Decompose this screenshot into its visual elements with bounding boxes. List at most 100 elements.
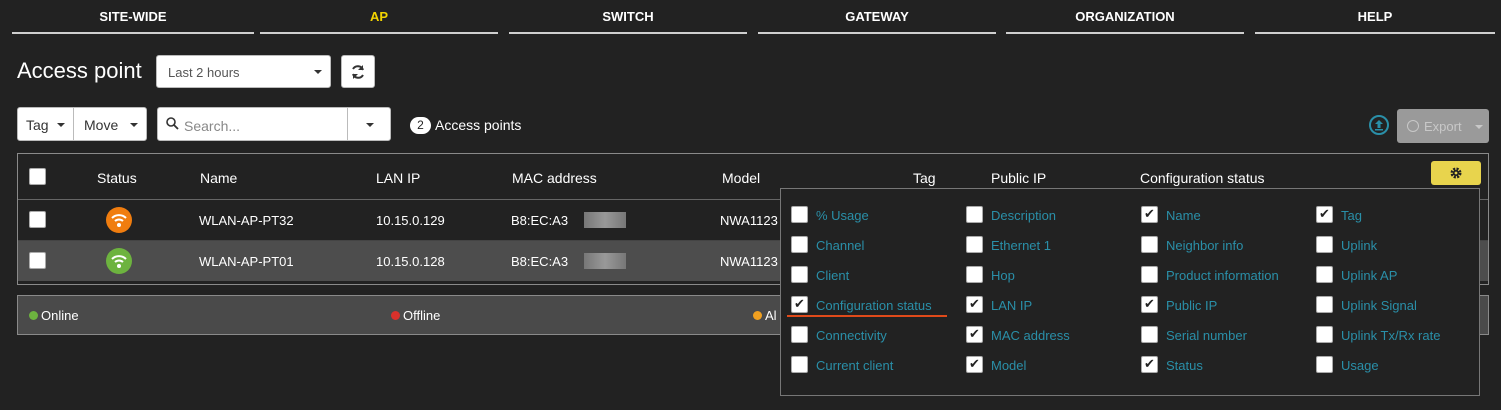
legend-offline: Offline xyxy=(391,308,440,323)
model: NWA1123 xyxy=(720,254,778,269)
option-checkbox[interactable] xyxy=(791,236,808,253)
option-checkbox[interactable] xyxy=(1316,356,1333,373)
option-checkbox[interactable] xyxy=(966,236,983,253)
option-checkbox[interactable] xyxy=(1316,296,1333,313)
option-checkbox[interactable] xyxy=(1316,266,1333,283)
tab-site-wide[interactable]: SITE-WIDE xyxy=(12,0,254,36)
export-button[interactable]: Export xyxy=(1397,109,1489,143)
option-checkbox[interactable] xyxy=(966,296,983,313)
option-checkbox[interactable] xyxy=(966,326,983,343)
option-label: LAN IP xyxy=(991,298,1033,313)
count-badge: 2 xyxy=(410,117,431,134)
option-checkbox[interactable] xyxy=(966,206,983,223)
option-label: Channel xyxy=(816,238,865,253)
column-header-public-ip[interactable]: Public IP xyxy=(991,170,1046,186)
gear-icon xyxy=(1450,167,1462,179)
count-label: Access points xyxy=(435,117,522,133)
ap-name[interactable]: WLAN-AP-PT32 xyxy=(199,213,294,228)
column-header-configuration-status[interactable]: Configuration status xyxy=(1140,170,1265,186)
legend-label: Online xyxy=(41,308,79,323)
option-checkbox[interactable] xyxy=(791,266,808,283)
option-checkbox[interactable] xyxy=(1141,266,1158,283)
mac-address: B8:EC:A3 xyxy=(511,213,569,228)
ap-name[interactable]: WLAN-AP-PT01 xyxy=(199,254,294,269)
option-checkbox[interactable] xyxy=(1141,296,1158,313)
option-checkbox[interactable] xyxy=(1316,236,1333,253)
column-header-lan-ip[interactable]: LAN IP xyxy=(376,170,420,186)
tab-label: SITE-WIDE xyxy=(99,9,167,24)
column-header-status[interactable]: Status xyxy=(97,170,137,186)
column-header-name[interactable]: Name xyxy=(200,170,237,186)
row-checkbox[interactable] xyxy=(29,211,46,228)
search-placeholder: Search... xyxy=(184,118,241,134)
option-checkbox[interactable] xyxy=(1141,356,1158,373)
row-checkbox[interactable] xyxy=(29,252,46,269)
option-label: Hop xyxy=(991,268,1015,283)
move-label: Move xyxy=(84,117,119,133)
tab-organization[interactable]: ORGANIZATION xyxy=(1006,0,1244,36)
option-label: Model xyxy=(991,358,1027,373)
tag-dropdown-button[interactable]: Tag xyxy=(17,107,74,141)
option-checkbox[interactable] xyxy=(791,326,808,343)
tab-switch[interactable]: SWITCH xyxy=(509,0,747,36)
tab-help[interactable]: HELP xyxy=(1255,0,1495,36)
tab-label: GATEWAY xyxy=(845,9,909,24)
column-settings-button[interactable] xyxy=(1431,161,1481,185)
wifi-icon xyxy=(106,207,132,233)
search-options-button[interactable] xyxy=(347,107,391,141)
upload-button[interactable] xyxy=(1369,115,1389,135)
legend-label: Al xyxy=(765,308,777,323)
column-header-model[interactable]: Model xyxy=(722,170,760,186)
option-checkbox[interactable] xyxy=(791,356,808,373)
chevron-down-icon xyxy=(314,70,322,74)
option-label: Description xyxy=(991,208,1057,223)
column-header-mac-address[interactable]: MAC address xyxy=(512,170,597,186)
time-range-value: Last 2 hours xyxy=(168,65,240,80)
option-label: Uplink Signal xyxy=(1341,298,1417,313)
option-checkbox[interactable] xyxy=(1316,326,1333,343)
option-checkbox[interactable] xyxy=(1316,206,1333,223)
option-label: Uplink xyxy=(1341,238,1378,253)
option-checkbox[interactable] xyxy=(1141,326,1158,343)
option-label: Usage xyxy=(1341,358,1379,373)
option-label: Connectivity xyxy=(816,328,887,343)
tab-label: AP xyxy=(369,9,389,24)
option-label: Public IP xyxy=(1166,298,1218,313)
chevron-down-icon xyxy=(130,123,138,127)
option-checkbox[interactable] xyxy=(791,296,808,313)
chevron-down-icon xyxy=(57,123,65,127)
option-label: Product information xyxy=(1166,268,1279,283)
option-checkbox[interactable] xyxy=(1141,206,1158,223)
tab-label: HELP xyxy=(1357,9,1393,24)
select-all-checkbox[interactable] xyxy=(29,168,46,185)
search-icon xyxy=(166,117,179,130)
move-dropdown-button[interactable]: Move xyxy=(73,107,147,141)
mac-redaction xyxy=(584,212,626,228)
option-label: Uplink AP xyxy=(1341,268,1398,283)
chevron-down-icon xyxy=(1475,125,1483,129)
download-icon xyxy=(1407,120,1419,132)
column-picker-popup: % Usage Channel Client Configuration sta… xyxy=(780,188,1480,396)
page-title: Access point xyxy=(17,58,142,83)
lan-ip: 10.15.0.129 xyxy=(376,213,445,228)
option-checkbox[interactable] xyxy=(966,356,983,373)
option-label: Status xyxy=(1166,358,1203,373)
refresh-button[interactable] xyxy=(341,55,375,88)
tab-gateway[interactable]: GATEWAY xyxy=(758,0,996,36)
option-checkbox[interactable] xyxy=(966,266,983,283)
option-label: Ethernet 1 xyxy=(991,238,1051,253)
column-header-tag[interactable]: Tag xyxy=(913,170,936,186)
legend-online: Online xyxy=(29,308,79,323)
option-checkbox[interactable] xyxy=(791,206,808,223)
tag-label: Tag xyxy=(26,117,49,133)
chevron-down-icon xyxy=(366,123,374,127)
search-input[interactable]: Search... xyxy=(157,107,348,141)
option-label: Configuration status xyxy=(816,298,932,313)
option-checkbox[interactable] xyxy=(1141,236,1158,253)
export-label: Export xyxy=(1424,119,1462,134)
legend-label: Offline xyxy=(403,308,441,323)
tab-ap[interactable]: AP xyxy=(260,0,498,36)
mac-redaction xyxy=(584,253,626,269)
time-range-select[interactable]: Last 2 hours xyxy=(156,55,331,88)
tab-label: ORGANIZATION xyxy=(1075,9,1175,24)
